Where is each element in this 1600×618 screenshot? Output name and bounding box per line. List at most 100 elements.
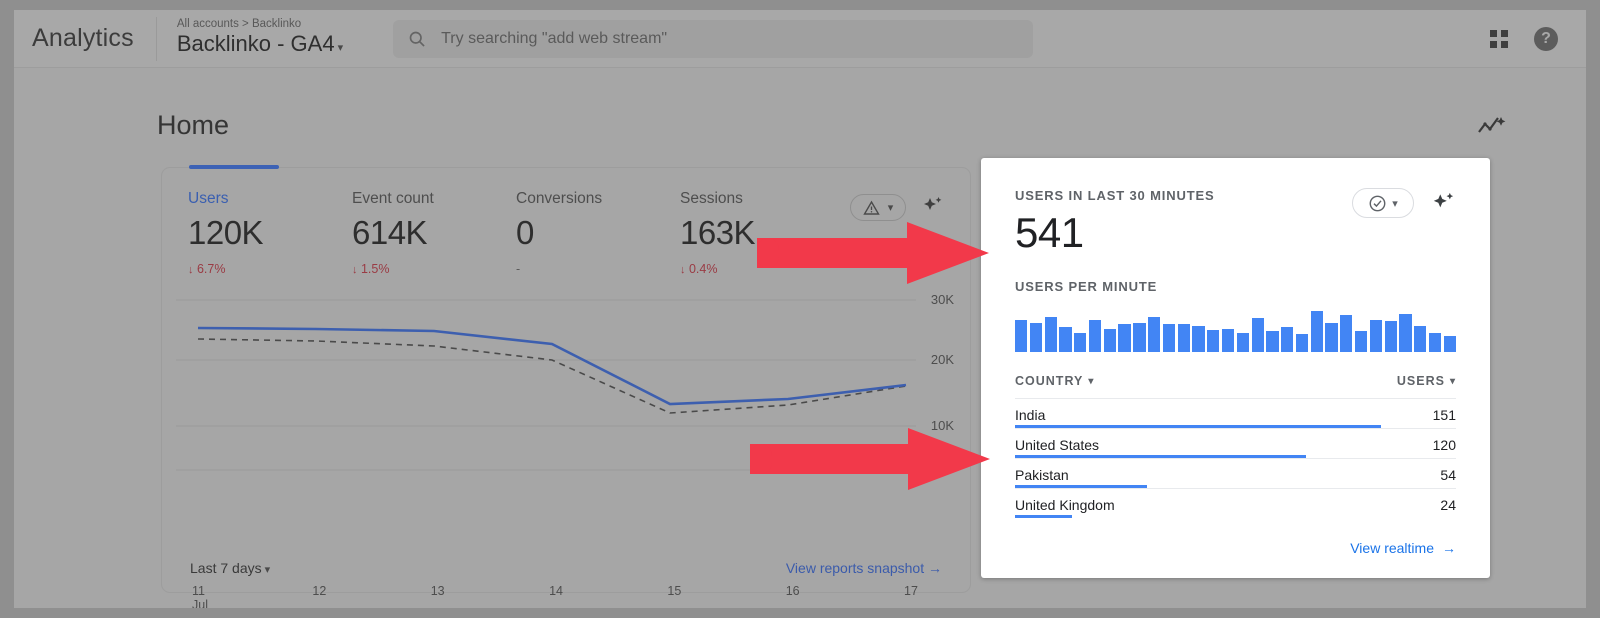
x-tick-0: 11 Jul	[192, 584, 208, 608]
page-title: Home	[157, 110, 229, 141]
arrow-down-icon: ↓	[188, 264, 194, 276]
minute-bar	[1045, 317, 1057, 352]
x-tick-4: 15	[667, 584, 681, 608]
search-placeholder-text: Try searching "add web stream"	[441, 30, 667, 48]
date-range-text: Last 7 days	[190, 560, 262, 576]
users-per-minute-chart	[1015, 308, 1456, 352]
arrow-down-icon: ↓	[352, 264, 358, 276]
metric-label: Conversions	[516, 190, 680, 208]
country-table-header: COUNTRY ▾ USERS ▾	[1015, 374, 1456, 398]
table-row[interactable]: India 151	[1015, 398, 1456, 428]
metric-users[interactable]: Users 120K ↓ 6.7%	[188, 190, 352, 276]
chevron-down-icon: ▾	[265, 564, 271, 576]
minute-bar	[1340, 315, 1352, 352]
metric-delta-text: 1.5%	[361, 262, 390, 276]
minute-bar	[1385, 321, 1397, 352]
minute-bar	[1089, 320, 1101, 352]
table-row[interactable]: Pakistan 54	[1015, 458, 1456, 488]
property-name-text: Backlinko - GA4	[177, 31, 335, 56]
minute-bar	[1074, 333, 1086, 352]
data-quality-chip[interactable]: ▾	[1352, 188, 1414, 218]
breadcrumb: All accounts > Backlinko	[177, 18, 301, 30]
arrow-right-icon: →	[928, 560, 942, 576]
check-circle-icon	[1368, 194, 1387, 213]
minute-bar	[1178, 324, 1190, 352]
column-header-country[interactable]: COUNTRY ▾	[1015, 374, 1094, 388]
minute-bar	[1266, 331, 1278, 352]
table-row[interactable]: United States 120	[1015, 428, 1456, 458]
metric-conversions[interactable]: Conversions 0 -	[516, 190, 680, 276]
x-tick-5: 16	[786, 584, 800, 608]
minute-bar	[1030, 323, 1042, 352]
table-row[interactable]: United Kingdom 24	[1015, 488, 1456, 518]
country-name: United Kingdom	[1015, 497, 1115, 513]
minute-bar	[1414, 326, 1426, 352]
arrow-to-country-table	[750, 428, 990, 490]
property-selector[interactable]: All accounts > Backlinko Backlinko - GA4…	[156, 17, 361, 61]
country-table-rows: India 151 United States 120 Pakistan 54 …	[1015, 398, 1456, 518]
minute-bar	[1429, 333, 1441, 352]
ai-sparkle-icon[interactable]	[920, 194, 944, 218]
column-header-country-label: COUNTRY	[1015, 374, 1083, 388]
x-tick-1: 12	[312, 584, 326, 608]
ai-sparkle-icon[interactable]	[1430, 190, 1456, 216]
country-name: India	[1015, 407, 1045, 423]
arrow-to-realtime-value	[757, 222, 989, 284]
realtime-header: USERS IN LAST 30 MINUTES 541 ▾	[1015, 188, 1456, 257]
metric-label: Users	[188, 190, 352, 208]
metric-label: Event count	[352, 190, 516, 208]
snapshot-link-text: View reports snapshot	[786, 560, 924, 576]
chevron-down-icon: ▾	[1450, 376, 1456, 387]
screenshot-root: Analytics All accounts > Backlinko Backl…	[0, 0, 1600, 618]
search-input[interactable]: Try searching "add web stream"	[393, 20, 1033, 58]
minute-bar	[1311, 311, 1323, 352]
analytics-logo-text[interactable]: Analytics	[14, 24, 156, 53]
country-users: 151	[1433, 407, 1456, 423]
search-icon	[407, 29, 427, 49]
minute-bar	[1252, 318, 1264, 352]
minute-bar	[1222, 329, 1234, 352]
active-tab-indicator	[189, 165, 279, 169]
view-reports-snapshot-link[interactable]: View reports snapshot →	[786, 560, 942, 576]
minute-bar	[1296, 334, 1308, 352]
date-range-selector[interactable]: Last 7 days▾	[190, 560, 270, 576]
minute-bar	[1163, 324, 1175, 352]
country-users: 24	[1440, 497, 1456, 513]
x-tick-6: 17	[904, 584, 918, 608]
metric-value: 614K	[352, 214, 516, 252]
minute-bar	[1444, 336, 1456, 352]
warning-triangle-icon	[863, 200, 880, 216]
realtime-caption: USERS IN LAST 30 MINUTES	[1015, 188, 1215, 203]
x-axis-labels: 11 Jul 12 13 14 15 16 17	[192, 584, 918, 608]
minute-bar	[1237, 333, 1249, 352]
minute-bar	[1015, 320, 1027, 352]
trend-chart: 30K 20K 10K 11 Jul	[162, 298, 970, 528]
minute-bar	[1118, 324, 1130, 352]
chevron-down-icon: ▾	[338, 42, 344, 54]
view-realtime-link[interactable]: View realtime →	[1350, 540, 1456, 556]
minute-bar	[1207, 330, 1219, 352]
insights-sparkline-icon[interactable]	[1476, 114, 1506, 140]
minute-bar	[1104, 329, 1116, 352]
column-header-users[interactable]: USERS ▾	[1397, 374, 1456, 388]
metric-delta: -	[516, 262, 680, 276]
apps-grid-icon[interactable]	[1490, 30, 1508, 48]
minute-bar	[1148, 317, 1160, 352]
arrow-right-icon: →	[1442, 540, 1456, 556]
help-circle-icon[interactable]: ?	[1534, 27, 1558, 51]
data-warning-chip[interactable]: ▾	[850, 194, 906, 221]
x-tick-2: 13	[431, 584, 445, 608]
arrow-down-icon: ↓	[680, 264, 686, 276]
chevron-down-icon: ▾	[888, 201, 894, 214]
property-name: Backlinko - GA4▾	[177, 31, 343, 57]
realtime-header-actions: ▾	[1352, 188, 1456, 218]
metric-delta: ↓ 6.7%	[188, 262, 352, 276]
realtime-user-count: 541	[1015, 209, 1215, 257]
top-bar-actions: ?	[1490, 27, 1586, 51]
column-header-users-label: USERS	[1397, 374, 1445, 388]
metric-event-count[interactable]: Event count 614K ↓ 1.5%	[352, 190, 516, 276]
minute-bar	[1192, 326, 1204, 352]
x-tick-day: 11	[192, 584, 205, 598]
country-name: Pakistan	[1015, 467, 1069, 483]
chevron-down-icon: ▾	[1392, 197, 1398, 210]
